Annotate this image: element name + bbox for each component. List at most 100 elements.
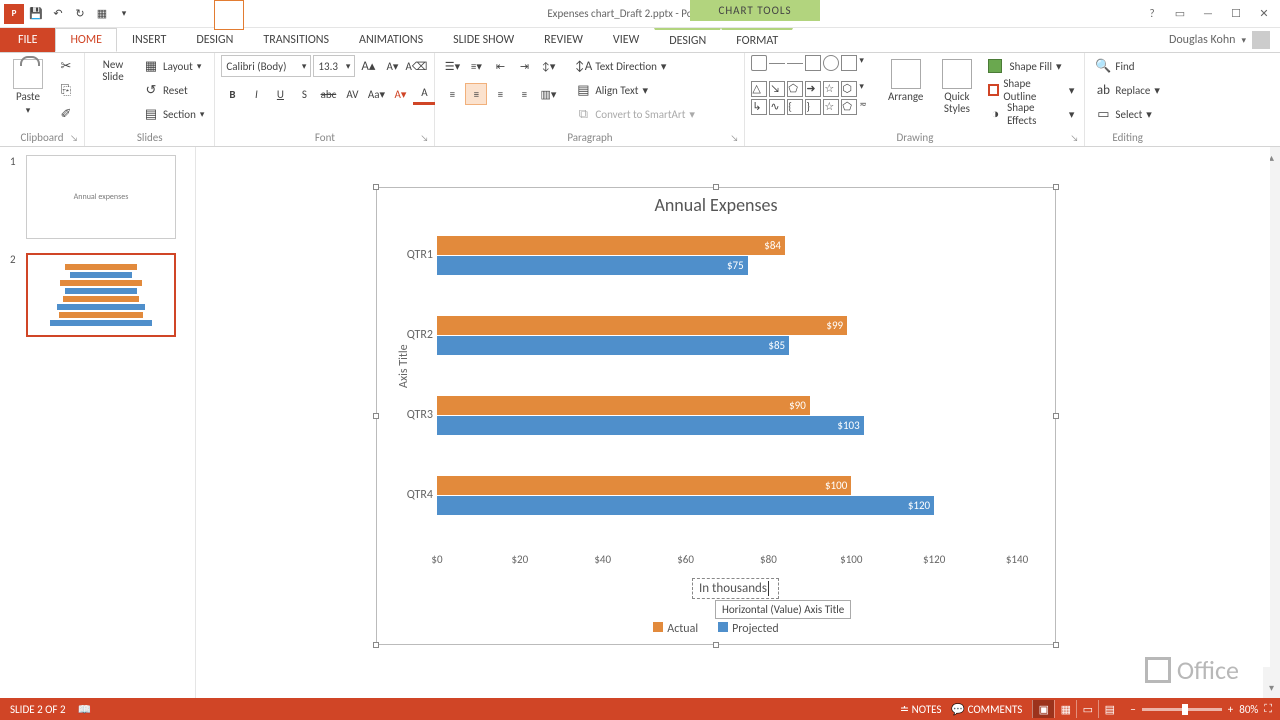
zoom-control[interactable]: − + 80% ⛶ (1130, 702, 1272, 716)
align-center-icon[interactable]: ≡ (465, 83, 487, 105)
tab-chart-design[interactable]: DESIGN (654, 28, 721, 52)
notes-button[interactable]: ≐ NOTES (900, 703, 942, 716)
align-right-icon[interactable]: ≡ (489, 83, 511, 105)
tab-insert[interactable]: INSERT (117, 28, 181, 52)
clipboard-launcher-icon[interactable]: ↘ (70, 133, 78, 144)
inc-indent-icon[interactable]: ⇥ (513, 55, 535, 77)
view-slideshow-icon[interactable]: ▤ (1098, 700, 1120, 718)
signed-in-user[interactable]: Douglas Kohn ▾ (1159, 28, 1280, 52)
font-size-combo[interactable]: 13.3▾ (313, 55, 355, 77)
chart-x-axis[interactable]: $0$20$40$60$80$100$120$140 (437, 553, 1017, 573)
shape-outline-button[interactable]: Shape Outline ▾ (984, 79, 1079, 101)
section-button[interactable]: ▤Section ▾ (139, 103, 208, 125)
fit-slide-icon[interactable]: ⛶ (1264, 702, 1272, 716)
highlight-button[interactable]: A▾ (389, 83, 411, 105)
start-show-icon[interactable]: ▦ (92, 4, 112, 24)
zoom-out-icon[interactable]: − (1130, 703, 1135, 716)
chart-object[interactable]: Annual Expenses Axis Title QTR1$84$75QTR… (376, 187, 1056, 645)
chart-title[interactable]: Annual Expenses (377, 188, 1055, 224)
smartart-button[interactable]: ⧉Convert to SmartArt ▾ (571, 103, 699, 125)
clear-format-icon[interactable]: A⌫ (405, 55, 427, 77)
ribbon-display-icon[interactable]: ▭ (1170, 7, 1190, 20)
comments-button[interactable]: 💬 COMMENTS (951, 703, 1022, 716)
italic-button[interactable]: I (245, 83, 267, 105)
format-painter-button[interactable]: ✐ (54, 103, 78, 125)
chart-legend[interactable]: Actual Projected (377, 622, 1055, 636)
font-color-button[interactable]: A (413, 83, 435, 105)
align-text-button[interactable]: ▤Align Text ▾ (571, 79, 699, 101)
spacing-button[interactable]: AV (341, 83, 363, 105)
font-launcher-icon[interactable]: ↘ (420, 133, 428, 144)
tab-home[interactable]: HOME (55, 28, 117, 52)
cut-button[interactable]: ✂ (54, 55, 78, 77)
close-icon[interactable]: ✕ (1254, 7, 1274, 20)
chart-bar[interactable]: $103 (437, 416, 864, 435)
shape-fill-button[interactable]: Shape Fill ▾ (984, 55, 1079, 77)
tab-view[interactable]: VIEW (598, 28, 654, 52)
chart-x-axis-title[interactable]: In thousands (692, 578, 779, 599)
justify-icon[interactable]: ≡ (513, 83, 535, 105)
layout-button[interactable]: ▦Layout ▾ (139, 55, 208, 77)
shape-gallery[interactable]: ▾ △↘⬠➜☆⬡▾ ↳∿{}☆⬠≂ (751, 55, 877, 115)
chart-bar[interactable]: $75 (437, 256, 748, 275)
chart-bar[interactable]: $85 (437, 336, 789, 355)
zoom-in-icon[interactable]: + (1228, 703, 1233, 716)
dec-indent-icon[interactable]: ⇤ (489, 55, 511, 77)
drawing-launcher-icon[interactable]: ↘ (1070, 133, 1078, 144)
font-name-combo[interactable]: Calibri (Body)▾ (221, 55, 311, 77)
zoom-level[interactable]: 80% (1239, 703, 1258, 716)
bullets-icon[interactable]: ☰▾ (441, 55, 463, 77)
quick-styles-button[interactable]: Quick Styles (934, 55, 979, 119)
arrange-button[interactable]: Arrange (881, 55, 930, 107)
new-slide-button[interactable]: New Slide (91, 55, 135, 87)
tab-slideshow[interactable]: SLIDE SHOW (438, 28, 529, 52)
select-button[interactable]: ▭Select ▾ (1091, 103, 1163, 125)
chart-bar[interactable]: $90 (437, 396, 810, 415)
columns-icon[interactable]: ▥▾ (537, 83, 559, 105)
line-spacing-icon[interactable]: ↕▾ (537, 55, 559, 77)
replace-button[interactable]: abReplace ▾ (1091, 79, 1163, 101)
chart-y-axis-title[interactable]: Axis Title (397, 344, 411, 388)
grow-font-icon[interactable]: A▴ (357, 55, 379, 77)
align-left-icon[interactable]: ≡ (441, 83, 463, 105)
view-reading-icon[interactable]: ▭ (1076, 700, 1098, 718)
view-sorter-icon[interactable]: ▦ (1054, 700, 1076, 718)
chart-bar[interactable]: $99 (437, 316, 847, 335)
maximize-icon[interactable]: ☐ (1226, 7, 1246, 20)
chart-bar[interactable]: $84 (437, 236, 785, 255)
save-icon[interactable]: 💾 (26, 4, 46, 24)
tab-animations[interactable]: ANIMATIONS (344, 28, 438, 52)
qat-more-icon[interactable]: ▾ (114, 4, 134, 24)
tab-design[interactable]: DESIGN (181, 28, 248, 52)
slide-thumb-2[interactable]: 2 (10, 253, 185, 337)
slide-indicator[interactable]: SLIDE 2 OF 2 (10, 703, 66, 716)
tab-review[interactable]: REVIEW (529, 28, 598, 52)
scroll-down-icon[interactable]: ▾ (1269, 681, 1274, 694)
paste-button[interactable]: Paste ▾ (6, 55, 50, 120)
chart-plot-area[interactable]: QTR1$84$75QTR2$99$85QTR3$90$103QTR4$100$… (437, 228, 1017, 548)
shrink-font-icon[interactable]: A▾ (381, 55, 403, 77)
minimize-icon[interactable]: — (1198, 7, 1218, 20)
chart-bar[interactable]: $100 (437, 476, 851, 495)
zoom-slider[interactable] (1142, 708, 1222, 711)
underline-button[interactable]: U (269, 83, 291, 105)
tab-transitions[interactable]: TRANSITIONS (248, 28, 344, 52)
redo-icon[interactable]: ↻ (70, 4, 90, 24)
paragraph-launcher-icon[interactable]: ↘ (730, 133, 738, 144)
reset-button[interactable]: ↺Reset (139, 79, 208, 101)
bold-button[interactable]: B (221, 83, 243, 105)
case-button[interactable]: Aa▾ (365, 83, 387, 105)
spellcheck-icon[interactable]: 📖 (78, 703, 92, 716)
help-icon[interactable]: ? (1142, 7, 1162, 20)
text-direction-button[interactable]: ↕AText Direction ▾ (571, 55, 699, 77)
numbering-icon[interactable]: ≡▾ (465, 55, 487, 77)
copy-button[interactable]: ⎘ (54, 79, 78, 101)
chart-bar[interactable]: $120 (437, 496, 934, 515)
undo-icon[interactable]: ↶ (48, 4, 68, 24)
view-normal-icon[interactable]: ▣ (1032, 700, 1054, 718)
shadow-button[interactable]: S (293, 83, 315, 105)
shape-effects-button[interactable]: ◑Shape Effects ▾ (984, 103, 1079, 125)
slide-thumb-1[interactable]: 1 Annual expenses (10, 155, 185, 239)
tab-file[interactable]: FILE (0, 28, 55, 52)
strike-button[interactable]: abc (317, 83, 339, 105)
